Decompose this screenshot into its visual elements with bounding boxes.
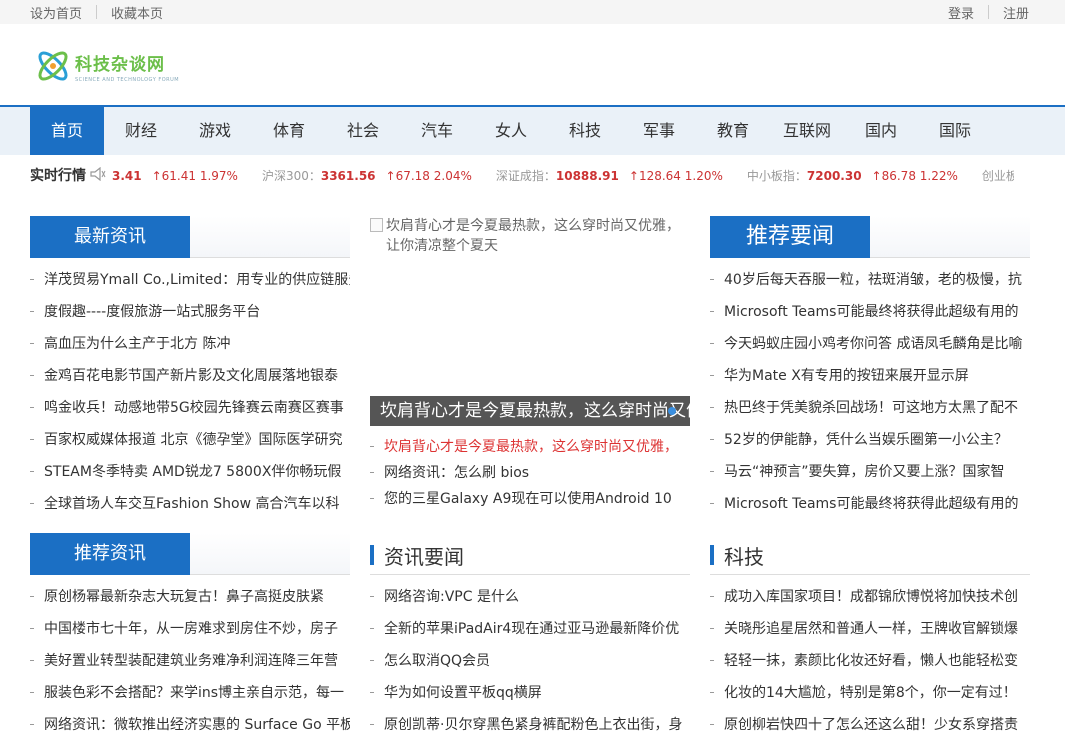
divider [96,5,98,19]
ticker-name: 深证成指： [495,169,556,183]
featured-news-section: 推荐要闻 40岁后每天吞服一粒，祛斑消皱，老的极慢，抗 Microsoft Tea… [710,216,1030,525]
news-list-item[interactable]: 网络资讯：微软推出经济实惠的 Surface Go 平板 [30,714,350,732]
ticker-change: ↑61.41 1.97% [151,169,238,183]
news-list-item[interactable]: 网络咨询:VPC 是什么 [370,586,690,618]
news-list-item[interactable]: 马云“神预言”要失算，房价又要上涨？国家智 [710,461,1030,493]
news-list-item[interactable]: 52岁的伊能静，凭什么当娱乐圈第一小公主？ [710,429,1030,461]
featured-news-tab[interactable]: 推荐要闻 [710,216,870,258]
ticker-name: 沪深300： [261,169,321,183]
latest-news-tab[interactable]: 最新资讯 [30,216,190,258]
ticker-value: 3.41 [112,169,142,183]
news-list-item[interactable]: 今天蚂蚁庄园小鸡考你问答 成语凤毛麟角是比喻 [710,333,1030,365]
nav-item[interactable]: 体育 [252,107,326,155]
ticker-item[interactable]: 深证成指：10888.91 ↑128.64 1.20% [496,167,723,184]
section-marker [710,545,714,565]
set-homepage-link[interactable]: 设为首页 [30,3,82,22]
ticker-label: 实时行情 [30,168,86,184]
news-list-item[interactable]: 度假趣----度假旅游一站式服务平台 [30,301,350,333]
focus-link[interactable]: 您的三星Galaxy A9现在可以使用Android 10 [370,488,690,514]
news-list-item[interactable]: 原创杨幂最新杂志大玩复古！鼻子高挺皮肤紧 [30,586,350,618]
nav-item[interactable]: 教育 [696,107,770,155]
news-list-item[interactable]: 高血压为什么主产于北方 陈冲 [30,333,350,365]
news-list-item[interactable]: 成功入库国家项目！成都锦欣博悦将加快技术创 [710,586,1030,618]
ticker-name: 中小板指： [746,169,807,183]
nav-item[interactable]: 女人 [474,107,548,155]
nav-item[interactable]: 首页 [30,107,104,155]
news-list-item[interactable]: Microsoft Teams可能最终将获得此超级有用的 [710,493,1030,525]
ticker-change: ↑67.18 2.04% [385,169,472,183]
nav-item[interactable]: 社会 [326,107,400,155]
news-list-item[interactable]: 原创凯蒂·贝尔穿黑色紧身裤配粉色上衣出街，身 [370,714,690,732]
market-ticker: 实时行情 3.41 ↑61.41 1.97% 沪深300：3361.56 ↑67.18… [30,160,1020,190]
logo-title: 科技杂谈网 [75,55,165,75]
nav-item[interactable]: 国内 [844,107,918,155]
ticker-value: 7200.30 [806,169,862,183]
ticker-track: 3.41 ↑61.41 1.97% 沪深300：3361.56 ↑67.18 2.04… [112,167,1014,184]
news-list-item[interactable]: 洋茂贸易Ymall Co.,Limited：用专业的供应链服务 [30,269,350,301]
ticker-item[interactable]: 3.41 ↑61.41 1.97% [112,169,238,183]
ticker-change: ↑86.78 1.22% [871,169,958,183]
ticker-value: 3361.56 [320,169,376,183]
nav-item[interactable]: 游戏 [178,107,252,155]
tech-section-title: 科技 [724,545,764,569]
register-link[interactable]: 注册 [1003,3,1029,22]
bookmark-link[interactable]: 收藏本页 [111,3,163,22]
ticker-item[interactable]: 中小板指：7200.30 ↑86.78 1.22% [747,167,958,184]
slider-dot[interactable] [668,407,676,415]
news-list-item[interactable]: 美好置业转型装配建筑业务难净利润连降三年营 [30,650,350,682]
atom-logo-icon [38,51,68,81]
ticker-item[interactable]: 沪深300：3361.56 ↑67.18 2.04% [262,167,472,184]
main-nav: 首页 财经 游戏 体育 社会 汽车 女人 科技 军事 教育 互联网 国内 国际 [0,105,1065,155]
ticker-item[interactable]: 创业板指：2248 [982,167,1014,184]
news-list-item[interactable]: 百家权威媒体报道 北京《德孕堂》国际医学研究 [30,429,350,461]
focus-image-alt: 坎肩背心才是今夏最热款，这么穿时尚又优雅，让你清凉整个夏天 [386,218,680,254]
broken-image-icon [370,218,383,232]
news-list-item[interactable]: 怎么取消QQ会员 [370,650,690,682]
ticker-name: 创业板指： [981,169,1014,183]
news-list-item[interactable]: 鸣金收兵！动感地带5G校园先锋赛云南赛区赛事 [30,397,350,429]
nav-item[interactable]: 科技 [548,107,622,155]
focus-caption[interactable]: 坎肩背心才是今夏最热款，这么穿时尚又优雅 [370,396,690,426]
news-list-item[interactable]: 服装色彩不会搭配？来学ins博主亲自示范，每一 [30,682,350,714]
news-list-item[interactable]: 原创柳岩快四十了怎么还这么甜！少女系穿搭责 [710,714,1030,732]
news-list-item[interactable]: 华为Mate X有专用的按钮来展开显示屏 [710,365,1030,397]
recommended-tab[interactable]: 推荐资讯 [30,533,190,575]
nav-item[interactable]: 军事 [622,107,696,155]
section-marker [370,545,374,565]
focus-link[interactable]: 坎肩背心才是今夏最热款，这么穿时尚又优雅， [370,436,690,462]
divider [987,5,989,19]
news-list-item[interactable]: 全新的苹果iPadAir4现在通过亚马逊最新降价优 [370,618,690,650]
focus-image[interactable]: 坎肩背心才是今夏最热款，这么穿时尚又优雅，让你清凉整个夏天 [370,216,690,256]
news-list-item[interactable]: 40岁后每天吞服一粒，祛斑消皱，老的极慢，抗 [710,269,1030,301]
nav-item[interactable]: 财经 [104,107,178,155]
news-section-title: 资讯要闻 [384,545,464,569]
login-link[interactable]: 登录 [948,3,974,22]
news-list-item[interactable]: 关晓彤追星居然和普通人一样，王牌收官解锁爆 [710,618,1030,650]
news-list-item[interactable]: 化妆的14大尴尬，特别是第8个，你一定有过！ [710,682,1030,714]
nav-item[interactable]: 国际 [918,107,992,155]
top-utility-bar: 设为首页 收藏本页 登录 注册 [0,0,1065,24]
news-list-item[interactable]: 热巴终于凭美貌杀回战场！可这地方太黑了配不 [710,397,1030,429]
latest-news-section: 最新资讯 洋茂贸易Ymall Co.,Limited：用专业的供应链服务 度假趣-… [30,216,350,525]
news-list-item[interactable]: 轻轻一抹，素颜比化妆还好看，懒人也能轻松变 [710,650,1030,682]
news-section: 资讯要闻 网络咨询:VPC 是什么 全新的苹果iPadAir4现在通过亚马逊最新降… [370,533,690,732]
speaker-icon[interactable] [90,167,106,181]
news-list-item[interactable]: 金鸡百花电影节国产新片影及文化周展落地银泰 [30,365,350,397]
news-list-item[interactable]: Microsoft Teams可能最终将获得此超级有用的 [710,301,1030,333]
ticker-value: 10888.91 [555,169,619,183]
news-list-item[interactable]: 华为如何设置平板qq横屏 [370,682,690,714]
news-list-item[interactable]: 全球首场人车交互Fashion Show 高合汽车以科 [30,493,350,525]
focus-slider[interactable]: 坎肩背心才是今夏最热款，这么穿时尚又优雅，让你清凉整个夏天 坎肩背心才是今夏最热… [370,216,690,428]
ticker-change: ↑128.64 1.20% [628,169,723,183]
recommended-section: 推荐资讯 原创杨幂最新杂志大玩复古！鼻子高挺皮肤紧 中国楼市七十年，从一房难求到房… [30,533,350,732]
site-logo[interactable]: 科技杂谈网 SCIENCE AND TECHNOLOGY FORUM [33,46,179,86]
news-list-item[interactable]: 中国楼市七十年，从一房难求到房住不炒，房子 [30,618,350,650]
focus-link[interactable]: 网络资讯：怎么刷 bios [370,462,690,488]
logo-subtitle: SCIENCE AND TECHNOLOGY FORUM [75,77,180,83]
tech-section: 科技 成功入库国家项目！成都锦欣博悦将加快技术创 关晓彤追星居然和普通人一样，王牌… [710,533,1030,732]
news-list-item[interactable]: STEAM冬季特卖 AMD锐龙7 5800X伴你畅玩假 [30,461,350,493]
nav-item[interactable]: 汽车 [400,107,474,155]
nav-item[interactable]: 互联网 [770,107,844,155]
